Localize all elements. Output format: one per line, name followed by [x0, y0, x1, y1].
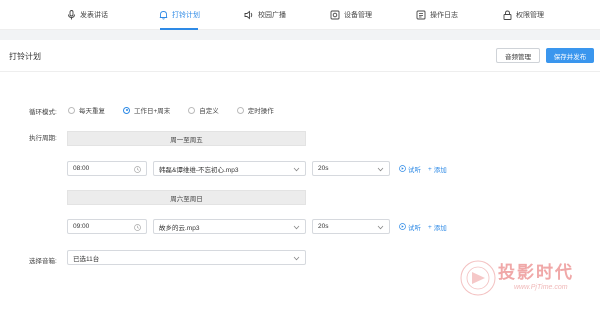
nav-label: 操作日志	[430, 12, 458, 19]
radio-circle-icon	[68, 106, 75, 114]
add-link[interactable]: + 添加	[428, 222, 447, 233]
radio-custom[interactable]: 自定义	[188, 105, 219, 115]
period-bar-weekend[interactable]: 周六至周日	[67, 190, 306, 205]
radio-label: 每天重复	[79, 108, 105, 115]
watermark-url: www.PjTime.com	[514, 284, 568, 291]
nav-label: 打铃计划	[172, 12, 200, 19]
duration-value: 20s	[318, 165, 329, 172]
loop-mode-label: 循环模式:	[29, 109, 57, 116]
page-header: 打铃计划 音频管理 保存并发布	[0, 40, 600, 72]
chevron-down-icon	[292, 223, 300, 231]
period-bar-weekday[interactable]: 周一至周五	[67, 131, 306, 146]
audio-select[interactable]: 故乡的云.mp3	[153, 219, 306, 234]
play-icon	[399, 222, 406, 232]
duration-value: 20s	[318, 223, 329, 230]
duration-select[interactable]: 20s	[312, 219, 390, 234]
radio-label: 自定义	[199, 108, 219, 115]
play-icon	[399, 164, 406, 174]
microphone-icon	[66, 10, 76, 20]
chevron-down-icon	[376, 223, 384, 231]
speaker-icon	[244, 10, 254, 20]
watermark-text: 投影时代	[498, 263, 574, 282]
time-picker[interactable]: 09:00	[67, 219, 147, 234]
time-value: 09:00	[73, 223, 90, 230]
save-publish-button[interactable]: 保存并发布	[546, 48, 594, 63]
add-label: 添加	[433, 167, 447, 174]
bell-icon	[158, 10, 168, 20]
nav-item-permission[interactable]: 权限管理	[502, 0, 544, 30]
speaker-label: 选择音箱:	[29, 258, 57, 265]
plus-icon: +	[428, 165, 432, 173]
nav-label: 权限管理	[516, 12, 544, 19]
add-label: 添加	[433, 225, 447, 232]
nav-label: 校园广播	[258, 12, 286, 19]
chevron-down-icon	[292, 165, 300, 173]
page-title: 打铃计划	[9, 52, 41, 61]
nav-item-bell-plan[interactable]: 打铃计划	[158, 0, 200, 30]
radio-workday-weekend[interactable]: 工作日+周末	[123, 105, 170, 115]
radio-timed[interactable]: 定时操作	[236, 105, 274, 115]
chevron-down-icon	[292, 254, 300, 262]
listen-label: 试听	[408, 167, 421, 174]
radio-label: 定时操作	[247, 108, 274, 115]
speaker-value: 已选11台	[73, 255, 100, 263]
top-nav: 发表讲话 打铃计划 校园广播 设备管理 操作日志 权限管理	[0, 0, 600, 30]
log-icon	[416, 10, 426, 20]
radio-checked-icon	[123, 106, 130, 114]
chevron-down-icon	[376, 165, 384, 173]
nav-label: 发表讲话	[80, 12, 108, 19]
plus-icon: +	[428, 223, 432, 231]
clock-icon	[133, 165, 141, 173]
duration-select[interactable]: 20s	[312, 161, 390, 176]
listen-link[interactable]: 试听	[399, 222, 421, 232]
speaker-select[interactable]: 已选11台	[67, 250, 306, 265]
time-picker[interactable]: 08:00	[67, 161, 147, 176]
radio-circle-icon	[236, 106, 244, 114]
device-icon	[330, 10, 340, 20]
divider-band	[0, 30, 600, 40]
radio-daily[interactable]: 每天重复	[68, 105, 105, 115]
time-value: 08:00	[73, 165, 90, 172]
nav-label: 设备管理	[344, 12, 372, 19]
listen-link[interactable]: 试听	[399, 164, 421, 174]
audio-value: 韩磊&谭维维-不忘初心.mp3	[159, 166, 239, 174]
listen-label: 试听	[408, 225, 421, 232]
nav-item-broadcast[interactable]: 校园广播	[244, 0, 286, 30]
radio-circle-icon	[188, 106, 196, 114]
clock-icon	[133, 223, 141, 231]
audio-value: 故乡的云.mp3	[159, 224, 200, 232]
watermark-logo-icon	[460, 260, 496, 296]
add-link[interactable]: + 添加	[428, 164, 447, 175]
nav-item-speech[interactable]: 发表讲话	[66, 0, 108, 30]
period-label: 执行周期:	[29, 135, 57, 142]
loop-mode-radio-group: 每天重复 工作日+周末 自定义 定时操作	[68, 104, 292, 116]
lock-icon	[502, 10, 512, 20]
nav-item-device[interactable]: 设备管理	[330, 0, 372, 30]
nav-item-log[interactable]: 操作日志	[416, 0, 458, 30]
audio-manage-button[interactable]: 音频管理	[496, 48, 540, 63]
audio-select[interactable]: 韩磊&谭维维-不忘初心.mp3	[153, 161, 306, 176]
radio-label: 工作日+周末	[134, 108, 171, 115]
watermark: 投影时代 www.PjTime.com	[458, 256, 598, 306]
